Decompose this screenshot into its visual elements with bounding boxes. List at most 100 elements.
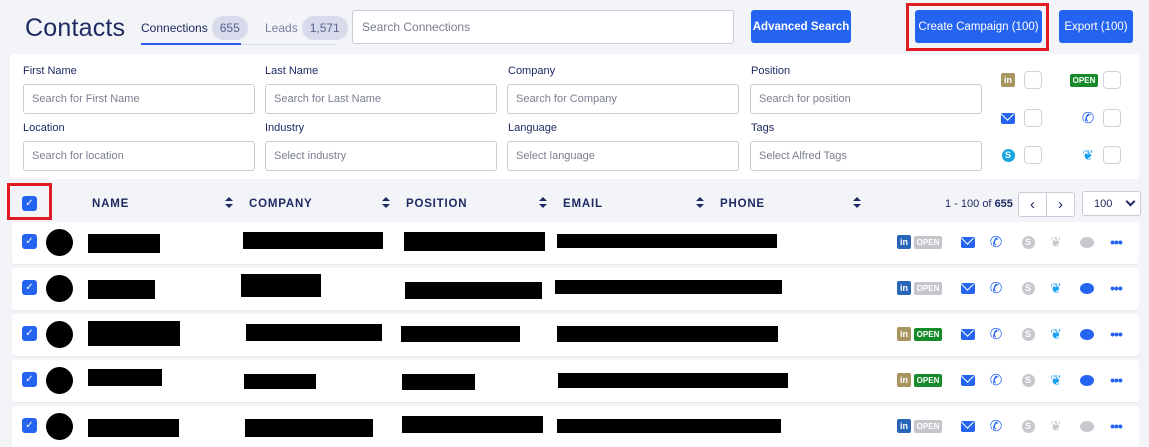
last-name-input[interactable] <box>265 84 497 114</box>
skype-icon[interactable]: S <box>1015 232 1041 252</box>
pagination-of: of <box>982 198 992 210</box>
sort-position-icon[interactable] <box>539 197 547 209</box>
phone-icon: ✆ <box>1081 109 1095 127</box>
position-input[interactable] <box>750 84 982 114</box>
twitter-icon[interactable]: ❦ <box>1043 416 1069 436</box>
chat-icon[interactable] <box>1074 278 1100 298</box>
language-select[interactable] <box>507 141 739 171</box>
twitter-icon[interactable]: ❦ <box>1043 370 1069 390</box>
phone-filter-checkbox[interactable] <box>1103 109 1121 127</box>
linkedin-icon: in <box>1000 72 1016 88</box>
email-filter-checkbox[interactable] <box>1024 109 1042 127</box>
mail-icon[interactable] <box>955 232 981 252</box>
chat-icon[interactable] <box>1074 232 1100 252</box>
phone-icon[interactable]: ✆ <box>983 324 1009 344</box>
sort-phone-icon[interactable] <box>853 197 861 209</box>
company-redacted <box>241 274 321 297</box>
avatar <box>46 275 73 302</box>
more-options-icon[interactable]: ••• <box>1103 232 1129 252</box>
export-button[interactable]: Export (100) <box>1059 10 1133 43</box>
chat-icon[interactable] <box>1074 324 1100 344</box>
company-input[interactable] <box>507 84 739 114</box>
column-header-phone[interactable]: PHONE <box>720 198 765 210</box>
row-checkbox[interactable]: ✓ <box>22 418 37 433</box>
mail-icon[interactable] <box>955 416 981 436</box>
table-row[interactable]: ✓ in OPEN ✆ S ❦ ••• <box>12 222 1139 264</box>
row-checkbox[interactable]: ✓ <box>22 234 37 249</box>
row-checkbox[interactable]: ✓ <box>22 326 37 341</box>
name-redacted <box>88 369 162 386</box>
tab-connections[interactable]: Connections 655 <box>141 15 248 41</box>
twitter-filter-checkbox[interactable] <box>1103 146 1121 164</box>
phone-icon[interactable]: ✆ <box>983 278 1009 298</box>
row-actions: in OPEN ✆ S ❦ ••• <box>891 324 1136 344</box>
next-page-button[interactable]: › <box>1046 192 1075 217</box>
chat-icon[interactable] <box>1074 416 1100 436</box>
mail-icon[interactable] <box>955 370 981 390</box>
per-page-select[interactable]: 100 <box>1082 191 1141 216</box>
open-filter-checkbox[interactable] <box>1103 71 1121 89</box>
linkedin-filter-checkbox[interactable] <box>1024 71 1042 89</box>
tab-divider <box>241 44 336 45</box>
mail-icon <box>1000 110 1016 126</box>
open-badge-icon[interactable]: OPEN <box>913 370 943 390</box>
skype-icon[interactable]: S <box>1015 370 1041 390</box>
phone-icon[interactable]: ✆ <box>983 370 1009 390</box>
location-label: Location <box>23 122 65 134</box>
name-redacted <box>88 234 160 253</box>
chat-icon[interactable] <box>1074 370 1100 390</box>
skype-icon[interactable]: S <box>1015 324 1041 344</box>
first-name-input[interactable] <box>23 84 255 114</box>
sort-email-icon[interactable] <box>696 197 704 209</box>
twitter-icon[interactable]: ❦ <box>1043 278 1069 298</box>
open-badge-icon[interactable]: OPEN <box>913 278 943 298</box>
previous-page-button[interactable]: ‹ <box>1018 192 1047 217</box>
pagination-range: 1 - 100 <box>945 198 980 210</box>
mail-icon[interactable] <box>955 324 981 344</box>
open-badge-icon[interactable]: OPEN <box>913 232 943 252</box>
location-input[interactable] <box>23 141 255 171</box>
column-header-company[interactable]: COMPANY <box>249 198 313 210</box>
email-redacted <box>558 373 788 388</box>
first-name-label: First Name <box>23 65 77 77</box>
row-checkbox[interactable]: ✓ <box>22 372 37 387</box>
per-page-value: 100 <box>1094 197 1113 210</box>
column-header-email[interactable]: EMAIL <box>563 198 603 210</box>
position-redacted <box>404 232 545 251</box>
twitter-icon[interactable]: ❦ <box>1043 232 1069 252</box>
more-options-icon[interactable]: ••• <box>1103 278 1129 298</box>
tab-connections-count: 655 <box>211 16 248 40</box>
table-row[interactable]: ✓ in OPEN ✆ S ❦ ••• <box>12 406 1139 447</box>
active-tab-indicator <box>141 43 241 45</box>
tab-leads-count: 1,571 <box>301 16 348 40</box>
more-options-icon[interactable]: ••• <box>1103 324 1129 344</box>
mail-icon[interactable] <box>955 278 981 298</box>
twitter-icon[interactable]: ❦ <box>1043 324 1069 344</box>
row-checkbox[interactable]: ✓ <box>22 280 37 295</box>
sort-company-icon[interactable] <box>382 197 390 209</box>
skype-filter-checkbox[interactable] <box>1024 146 1042 164</box>
open-badge-icon[interactable]: OPEN <box>913 416 943 436</box>
avatar <box>46 367 73 394</box>
phone-icon[interactable]: ✆ <box>983 416 1009 436</box>
position-redacted <box>402 416 543 433</box>
search-connections-input[interactable] <box>352 10 734 44</box>
column-header-position[interactable]: POSITION <box>406 198 467 210</box>
table-row[interactable]: ✓ in OPEN ✆ S ❦ ••• <box>12 314 1139 356</box>
more-options-icon[interactable]: ••• <box>1103 370 1129 390</box>
sort-name-icon[interactable] <box>225 197 233 209</box>
tags-select[interactable] <box>750 141 982 171</box>
more-options-icon[interactable]: ••• <box>1103 416 1129 436</box>
highlight-box-select-all <box>7 183 52 220</box>
advanced-search-button[interactable]: Advanced Search <box>751 10 851 43</box>
tags-label: Tags <box>751 122 775 134</box>
skype-icon[interactable]: S <box>1015 278 1041 298</box>
phone-icon[interactable]: ✆ <box>983 232 1009 252</box>
open-badge-icon[interactable]: OPEN <box>913 324 943 344</box>
table-row[interactable]: ✓ in OPEN ✆ S ❦ ••• <box>12 268 1139 310</box>
skype-icon[interactable]: S <box>1015 416 1041 436</box>
industry-select[interactable] <box>265 141 497 171</box>
tab-leads[interactable]: Leads 1,571 <box>265 15 348 41</box>
table-row[interactable]: ✓ in OPEN ✆ S ❦ ••• <box>12 360 1139 402</box>
column-header-name[interactable]: NAME <box>92 198 129 210</box>
